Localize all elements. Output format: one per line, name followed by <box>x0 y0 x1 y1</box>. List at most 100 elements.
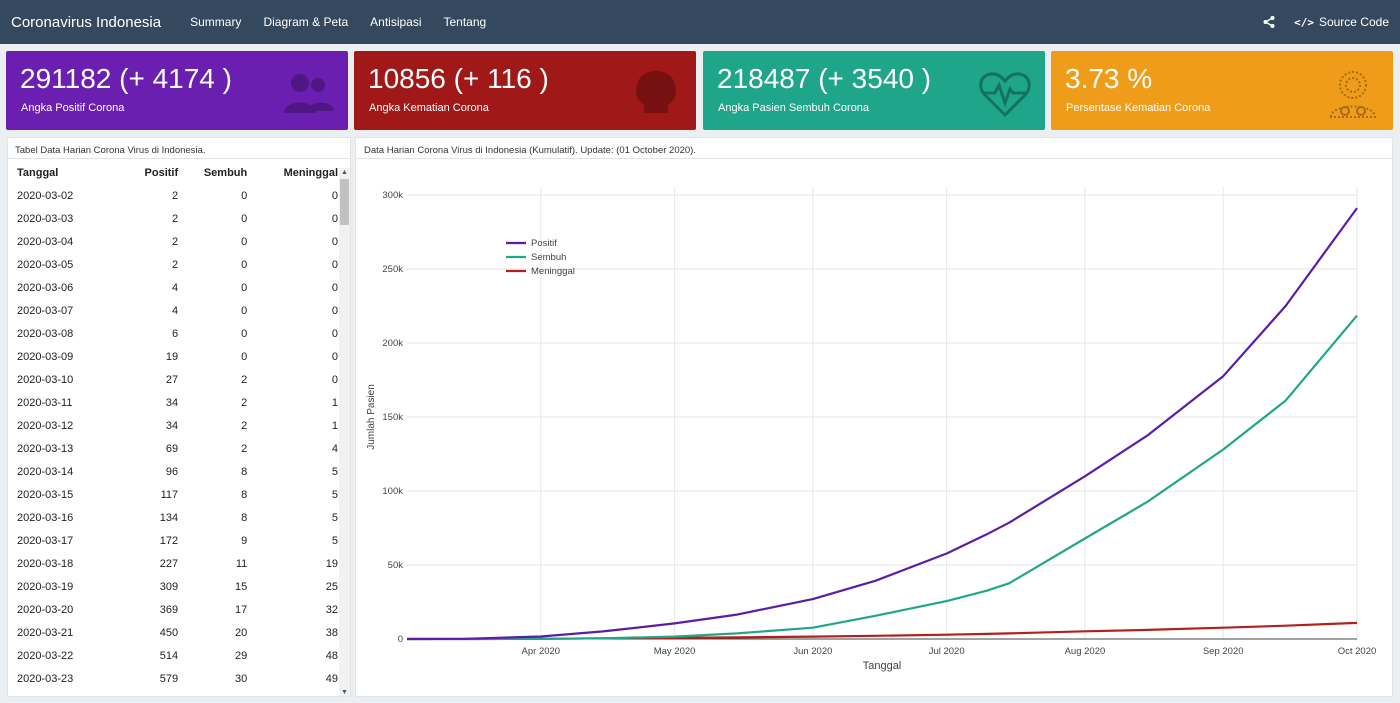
table-row[interactable]: 2020-03-14 96 8 5 <box>8 460 338 483</box>
table-scrollbar[interactable]: ▲ ▼ <box>339 168 350 696</box>
x-tick-label: Aug 2020 <box>1065 646 1106 657</box>
table-row[interactable]: 2020-03-09 19 0 0 <box>8 345 338 368</box>
table-row[interactable]: 2020-03-16 134 8 5 <box>8 506 338 529</box>
cell-meninggal: 0 <box>331 327 338 340</box>
cell-positif: 579 <box>159 672 179 685</box>
cell-sembuh: 2 <box>241 373 248 386</box>
y-tick-label: 50k <box>388 560 404 571</box>
cell-meninggal: 0 <box>331 304 338 317</box>
cell-tanggal: 2020-03-10 <box>17 373 74 386</box>
cell-tanggal: 2020-03-16 <box>17 511 74 524</box>
cumulative-line-chart[interactable]: 0 50k 100k 150k 200k 250k 300k Apr 2020 May 202… <box>356 159 1392 697</box>
cell-tanggal: 2020-03-08 <box>17 327 74 340</box>
cell-sembuh: 20 <box>235 626 248 639</box>
table-row[interactable]: 2020-03-03 2 0 0 <box>8 207 338 230</box>
cell-tanggal: 2020-03-05 <box>17 258 74 271</box>
x-tick-label: Jul 2020 <box>929 646 965 657</box>
table-row[interactable]: 2020-03-17 172 9 5 <box>8 529 338 552</box>
column-header-tanggal[interactable]: Tanggal <box>8 162 115 184</box>
navbar: Coronavirus Indonesia Summary Diagram & … <box>0 0 1400 44</box>
source-code-link[interactable]: </> Source Code <box>1294 15 1389 29</box>
valuebox-positif: 291182 (+ 4174 ) Angka Positif Corona <box>6 51 348 130</box>
table-row[interactable]: 2020-03-19 309 15 25 <box>8 575 338 598</box>
legend-label-sembuh: Sembuh <box>531 252 566 263</box>
table-row[interactable]: 2020-03-08 6 0 0 <box>8 322 338 345</box>
scrollbar-thumb[interactable] <box>340 179 349 225</box>
table-row[interactable]: 2020-03-23 579 30 49 <box>8 667 338 690</box>
valuebox-persentase-value: 3.73 % <box>1065 63 1153 94</box>
table-row[interactable]: 2020-03-07 4 0 0 <box>8 299 338 322</box>
cell-positif: 2 <box>172 235 179 248</box>
table-panel: Tabel Data Harian Corona Virus di Indone… <box>7 137 351 697</box>
table-row[interactable]: 2020-03-22 514 29 48 <box>8 644 338 667</box>
cell-sembuh: 30 <box>178 690 247 697</box>
cell-meninggal: 49 <box>325 672 338 685</box>
cell-meninggal: 0 <box>331 281 338 294</box>
cell-sembuh: 17 <box>235 603 248 616</box>
cell-positif: 19 <box>165 350 179 363</box>
table-row[interactable]: 2020-03-06 4 0 0 <box>8 276 338 299</box>
nav-tentang[interactable]: Tentang <box>433 15 498 29</box>
table-row[interactable]: 2020-03-10 27 2 0 <box>8 368 338 391</box>
nav-summary[interactable]: Summary <box>179 15 252 29</box>
table-title-divider <box>8 158 350 159</box>
skull-icon <box>636 71 676 113</box>
scroll-down-arrow-icon[interactable]: ▼ <box>339 688 350 696</box>
valuebox-positif-value: 291182 (+ 4174 ) <box>20 63 232 94</box>
valuebox-positif-caption: Angka Positif Corona <box>21 102 125 114</box>
table-row[interactable]: 2020-03-02 2 0 0 <box>8 184 338 207</box>
table-row[interactable]: 2020-03-05 2 0 0 <box>8 253 338 276</box>
valuebox-kematian-value: 10856 (+ 116 ) <box>368 63 549 94</box>
nav-diagram-peta[interactable]: Diagram & Peta <box>252 15 359 29</box>
x-tick-label: Oct 2020 <box>1338 646 1377 657</box>
cell-sembuh: 2 <box>241 396 248 409</box>
table-row[interactable]: 2020-03-15 117 8 5 <box>8 483 338 506</box>
column-header-sembuh[interactable]: Sembuh <box>178 162 247 184</box>
table-row[interactable]: 2020-03-04 2 0 0 <box>8 230 338 253</box>
cell-meninggal: 32 <box>325 603 338 616</box>
nav-antisipasi[interactable]: Antisipasi <box>359 15 432 29</box>
cell-positif: 117 <box>160 488 179 501</box>
valuebox-sembuh-value: 218487 (+ 3540 ) <box>717 63 932 94</box>
cell-tanggal: 2020-03-09 <box>17 350 74 363</box>
cell-tanggal: 2020-03-19 <box>17 580 74 593</box>
x-tick-label: May 2020 <box>654 646 696 657</box>
cell-tanggal: 2020-03-04 <box>17 235 74 248</box>
table-row[interactable]: 2020-03-246863055 <box>8 690 338 697</box>
column-header-meninggal[interactable]: Meninggal <box>247 162 338 184</box>
cell-tanggal: 2020-03-12 <box>17 419 74 432</box>
table-row[interactable]: 2020-03-12 34 2 1 <box>8 414 338 437</box>
scroll-up-arrow-icon[interactable]: ▲ <box>339 168 350 178</box>
cell-sembuh: 0 <box>241 350 248 363</box>
valuebox-sembuh-caption: Angka Pasien Sembuh Corona <box>718 102 870 114</box>
chart-legend[interactable]: Positif Sembuh Meninggal <box>506 238 575 277</box>
cell-tanggal: 2020-03-11 <box>17 396 73 409</box>
cell-sembuh: 9 <box>241 534 248 547</box>
table-row[interactable]: 2020-03-11 34 2 1 <box>8 391 338 414</box>
brand-title[interactable]: Coronavirus Indonesia <box>11 14 161 31</box>
cell-tanggal: 2020-03-15 <box>17 488 74 501</box>
cell-sembuh: 11 <box>235 557 248 570</box>
table-row[interactable]: 2020-03-21 450 20 38 <box>8 621 338 644</box>
cell-sembuh: 0 <box>241 258 248 271</box>
table-row[interactable]: 2020-03-20 369 17 32 <box>8 598 338 621</box>
cell-positif: 69 <box>165 442 179 455</box>
series-line-sembuh[interactable] <box>407 314 1358 641</box>
cell-sembuh: 8 <box>241 488 248 501</box>
table-row[interactable]: 2020-03-13 69 2 4 <box>8 437 338 460</box>
cell-sembuh: 2 <box>241 419 248 432</box>
cell-positif: 2 <box>172 212 179 225</box>
cell-tanggal: 2020-03-14 <box>17 465 74 478</box>
share-icon[interactable] <box>1262 15 1276 29</box>
cell-sembuh: 8 <box>241 465 248 478</box>
table-row[interactable]: 2020-03-18 227 11 19 <box>8 552 338 575</box>
heartbeat-icon <box>979 72 1031 118</box>
y-tick-label: 150k <box>382 412 403 423</box>
cell-sembuh: 0 <box>241 189 248 202</box>
cell-positif: 2 <box>172 258 179 271</box>
cell-positif: 6 <box>172 327 179 340</box>
cell-meninggal: 38 <box>325 626 338 639</box>
cell-sembuh: 0 <box>241 281 248 294</box>
cell-meninggal: 55 <box>247 690 338 697</box>
column-header-positif[interactable]: Positif <box>115 162 179 184</box>
